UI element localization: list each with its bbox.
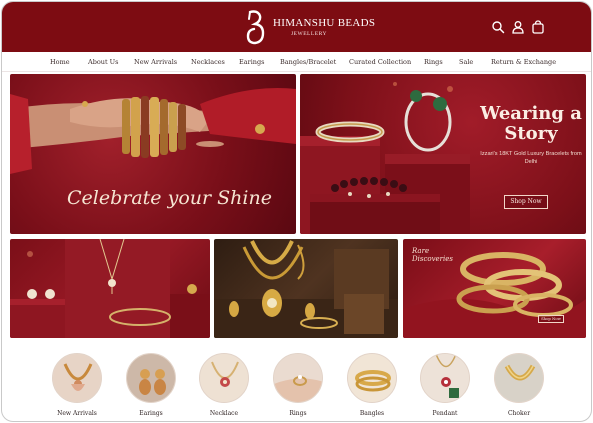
search-icon[interactable] [491,19,505,34]
category-rings[interactable]: Rings [268,353,328,417]
logo-mark-icon [246,10,265,45]
promo-banner-rare-discoveries[interactable]: Rare Discoveries Shop Now [403,239,586,338]
nav-item-sale[interactable]: Sale [459,58,473,66]
banner-headline-celebrate: Celebrate your Shine [67,187,272,209]
category-label: Bangles [359,410,385,417]
pendant-earrings-image [10,239,210,338]
category-image [347,353,397,403]
hero-banner-wearing-a-story[interactable]: Wearing a Story Izzari's 18KT Gold Luxur… [300,74,586,234]
promo-banner-pendant[interactable] [10,239,210,338]
category-label: New Arrivals [57,410,97,417]
category-bangles[interactable]: Bangles [342,353,402,417]
category-earings[interactable]: Earings [121,353,181,417]
gold-necklace-set-image [214,240,398,338]
category-image [494,353,544,403]
nav-item-new-arrivals[interactable]: New Arrivals [134,58,177,66]
brand-name: HIMANSHU BEADS [273,17,376,29]
category-label: Rings [289,410,307,417]
page-frame: HIMANSHU BEADS JEWELLERY Home About Us N… [1,1,592,422]
category-image [126,353,176,403]
category-image [52,353,102,403]
banner-headline-wearing: Wearing a Story [480,103,582,144]
shop-now-button-rare[interactable]: Shop Now [538,315,564,323]
user-icon[interactable] [511,19,525,34]
category-necklace[interactable]: Necklace [194,353,254,417]
nav-item-return-exchange[interactable]: Return & Exchange [491,58,556,66]
category-label: Necklace [209,410,239,417]
category-label: Pendant [432,410,458,417]
cart-icon[interactable] [531,19,545,34]
category-choker[interactable]: Choker [489,353,549,417]
promo-banner-gold-necklace[interactable] [214,239,398,338]
nav-item-curated-collection[interactable]: Curated Collection [349,58,411,66]
category-label: Choker [507,410,531,417]
shop-now-button[interactable]: Shop Now [504,195,548,209]
site-header: HIMANSHU BEADS JEWELLERY [2,2,591,52]
nav-item-rings[interactable]: Rings [424,58,443,66]
nav-item-home[interactable]: Home [50,58,70,66]
category-pendant[interactable]: Pendant [415,353,475,417]
category-label: Earings [139,410,163,417]
category-image [420,353,470,403]
main-nav: Home About Us New Arrivals Necklaces Ear… [2,52,591,72]
category-new-arrivals[interactable]: New Arrivals [47,353,107,417]
banner-subtext-wearing: Izzari's 18KT Gold Luxury Bracelets from… [480,151,582,165]
category-image [273,353,323,403]
brand-tagline: JEWELLERY [291,31,327,37]
nav-item-earings[interactable]: Earings [239,58,265,66]
nav-item-necklaces[interactable]: Necklaces [191,58,225,66]
brand-logo[interactable]: HIMANSHU BEADS JEWELLERY [244,7,375,47]
nav-item-about-us[interactable]: About Us [88,58,118,66]
category-image [199,353,249,403]
nav-item-bangles-bracelet[interactable]: Bangles/Bracelet [280,58,336,66]
banner-headline-rare: Rare Discoveries [412,247,453,263]
hero-banner-celebrate[interactable]: Celebrate your Shine [10,74,296,234]
model-hands-bangles-image [10,88,296,174]
